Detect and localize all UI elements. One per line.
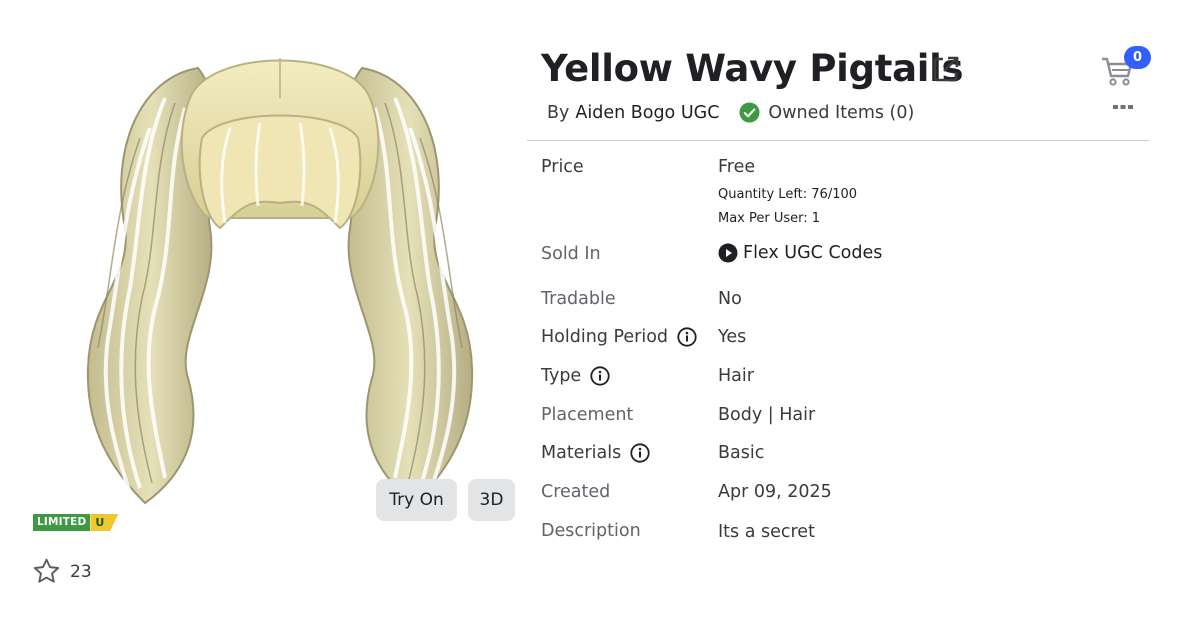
description-value: Its a secret <box>718 522 815 542</box>
created-label: Created <box>541 482 611 502</box>
owned-items-label: Owned Items (0) <box>768 102 915 123</box>
creator-link[interactable]: Aiden Bogo UGC <box>575 103 719 123</box>
creator-line: By Aiden Bogo UGC Owned Items (0) <box>547 102 914 123</box>
materials-label: Materials <box>541 443 650 463</box>
price-value: Free <box>718 157 756 177</box>
tradable-label: Tradable <box>541 289 616 309</box>
materials-text: Materials <box>541 443 622 463</box>
type-text: Type <box>541 366 582 386</box>
holding-period-label: Holding Period <box>541 327 697 347</box>
holding-period-text: Holding Period <box>541 327 669 347</box>
type-value: Hair <box>718 366 754 386</box>
info-icon[interactable] <box>677 327 697 347</box>
limited-unique-badge: LIMITED U <box>33 514 119 531</box>
item-preview[interactable]: Try On 3D LIMITED U 23 <box>0 0 530 624</box>
info-icon[interactable] <box>590 366 610 386</box>
item-title: Yellow Wavy Pigtails <box>541 47 964 90</box>
limited-badge-label: LIMITED <box>33 514 91 531</box>
more-options-icon[interactable] <box>1112 100 1134 114</box>
header-divider <box>527 140 1149 141</box>
description-label: Description <box>541 521 641 541</box>
type-label: Type <box>541 366 610 386</box>
placement-label: Placement <box>541 405 634 425</box>
holding-period-value: Yes <box>718 327 747 347</box>
info-icon[interactable] <box>630 443 650 463</box>
price-label: Price <box>541 157 584 177</box>
favorite-button[interactable]: 23 <box>31 556 92 587</box>
external-link-icon[interactable] <box>930 53 962 85</box>
sold-in-label: Sold In <box>541 244 601 264</box>
quantity-left: Quantity Left: 76/100 <box>718 187 858 202</box>
shopping-cart-button[interactable]: 0 <box>1100 46 1152 88</box>
max-per-user: Max Per User: 1 <box>718 211 821 226</box>
star-icon[interactable] <box>31 556 62 587</box>
play-circle-icon <box>718 243 738 263</box>
favorite-count: 23 <box>70 561 92 582</box>
3d-view-button[interactable]: 3D <box>468 479 515 521</box>
materials-value: Basic <box>718 443 765 463</box>
check-circle-icon <box>739 102 760 123</box>
sold-in-value: Flex UGC Codes <box>718 243 882 263</box>
tradable-value: No <box>718 289 742 309</box>
hair-item-image <box>86 58 474 505</box>
limited-u-label: U <box>90 514 119 531</box>
owned-items: Owned Items (0) <box>739 102 914 123</box>
created-value: Apr 09, 2025 <box>718 482 832 502</box>
cart-count-badge: 0 <box>1124 46 1151 69</box>
try-on-button[interactable]: Try On <box>376 479 457 521</box>
creator-prefix: By <box>547 102 570 123</box>
sold-in-link[interactable]: Flex UGC Codes <box>743 243 882 263</box>
placement-value: Body | Hair <box>718 405 816 425</box>
